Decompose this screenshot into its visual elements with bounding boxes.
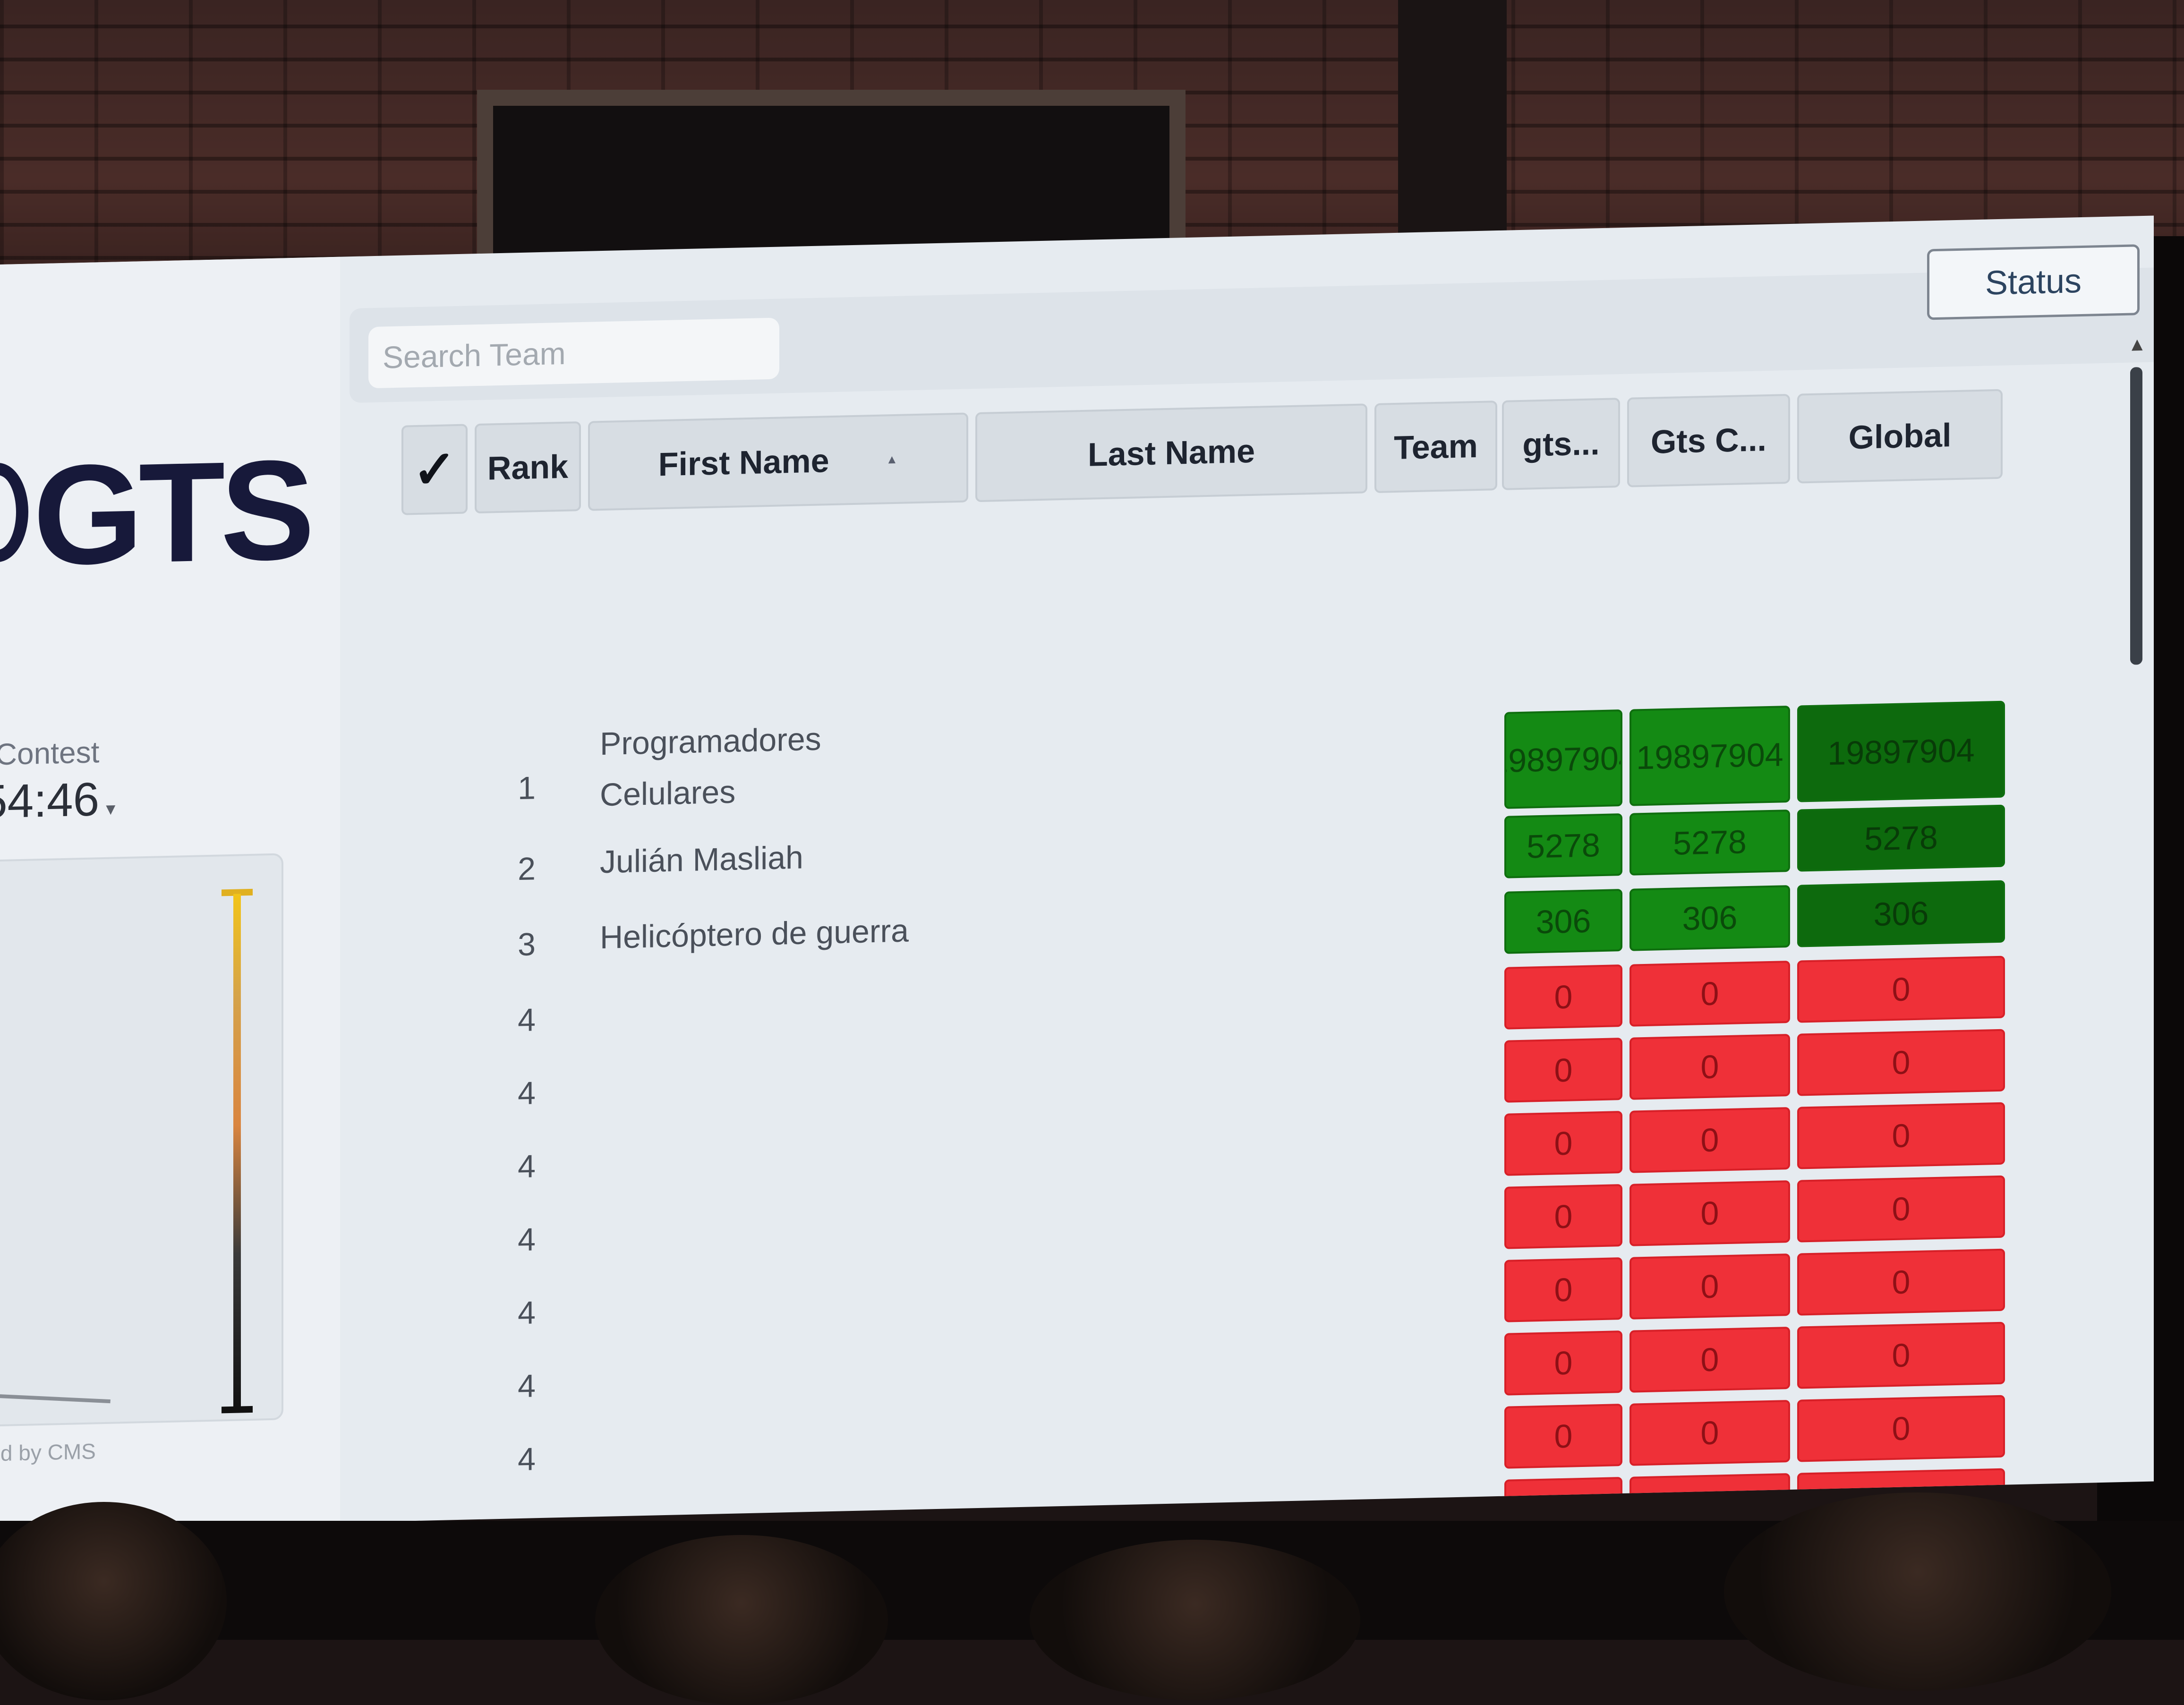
column-label-team: Team bbox=[1394, 427, 1478, 467]
rank-cell: 4 bbox=[518, 1441, 536, 1478]
powered-by-text: red by CMS bbox=[0, 1439, 96, 1466]
score-cell-task-1: 5278 bbox=[1504, 813, 1622, 878]
sidebar: GTS s Contest 54:46 ▾ red by CMS bbox=[0, 256, 340, 1530]
score-cell-global: 306 bbox=[1797, 880, 2005, 947]
score-cell-global: 0 bbox=[1797, 1175, 2005, 1243]
rank-cell: 4 bbox=[518, 1295, 536, 1331]
score-cell-task-2: 0 bbox=[1629, 1326, 1790, 1393]
scroll-up-arrow-icon[interactable]: ▲ bbox=[2128, 334, 2147, 356]
score-cell-task-2: 0 bbox=[1629, 1033, 1790, 1100]
score-cell-task-1: 0 bbox=[1504, 964, 1622, 1030]
score-cell-global: 0 bbox=[1797, 1248, 2005, 1316]
score-cell-task-2: 0 bbox=[1629, 1107, 1790, 1173]
first-name-cell: Helicóptero de guerra bbox=[600, 912, 909, 956]
score-cell-global: 5278 bbox=[1797, 804, 2005, 872]
scoreboard-screen: GTS s Contest 54:46 ▾ red by CMS Status ✓… bbox=[0, 215, 2154, 1531]
score-cell-task-1: 0 bbox=[1504, 1184, 1622, 1249]
score-cell-task-2: 19897904 bbox=[1629, 705, 1790, 806]
score-cell-global: 19897904 bbox=[1797, 700, 2005, 802]
rank-cell: 4 bbox=[518, 1221, 536, 1258]
score-cell-global: 0 bbox=[1797, 1395, 2005, 1462]
select-all-checkbox[interactable]: ✓ bbox=[401, 424, 468, 515]
check-icon: ✓ bbox=[412, 440, 457, 500]
column-label-first-name: First Name bbox=[658, 442, 829, 483]
rank-cell: 2 bbox=[518, 851, 536, 887]
sort-indicator-icon: ▲ bbox=[886, 452, 898, 466]
rank-cell: 4 bbox=[518, 1148, 536, 1185]
score-cell-task-1: 0 bbox=[1504, 1038, 1622, 1103]
status-button[interactable]: Status bbox=[1927, 244, 2140, 320]
contest-timer[interactable]: 54:46 ▾ bbox=[0, 772, 115, 829]
column-header-rank[interactable]: Rank bbox=[475, 421, 581, 514]
dropdown-caret-icon: ▾ bbox=[106, 798, 116, 819]
column-header-task2[interactable]: Gts C... bbox=[1627, 393, 1790, 487]
rank-cell: 3 bbox=[518, 926, 536, 963]
rank-cell: 1 bbox=[518, 770, 536, 807]
column-label-task1: gts... bbox=[1522, 425, 1600, 463]
audience-head bbox=[1030, 1540, 1360, 1700]
search-team-input[interactable] bbox=[368, 317, 779, 389]
score-cell-global: 0 bbox=[1797, 955, 2005, 1023]
score-cell-global: 0 bbox=[1797, 1029, 2005, 1096]
contest-label: s Contest bbox=[0, 735, 100, 772]
graph-score-bar bbox=[233, 894, 241, 1409]
rank-cell: 4 bbox=[518, 1075, 536, 1112]
scrollbar-thumb[interactable] bbox=[2130, 367, 2142, 665]
logo-mark-icon bbox=[0, 462, 28, 563]
column-header-task1[interactable]: gts... bbox=[1502, 398, 1620, 490]
timer-value: 54:46 bbox=[0, 773, 100, 828]
column-label-task2: Gts C... bbox=[1650, 421, 1767, 460]
audience-head bbox=[1724, 1492, 2111, 1691]
column-label-global: Global bbox=[1848, 417, 1952, 456]
score-cell-task-2: 0 bbox=[1629, 1253, 1790, 1320]
column-header-first-name[interactable]: First Name ▲ bbox=[588, 412, 968, 511]
score-cell-task-1: 0 bbox=[1504, 1330, 1622, 1396]
score-cell-task-1: 0 bbox=[1504, 1404, 1622, 1469]
column-header-team[interactable]: Team bbox=[1374, 401, 1497, 493]
column-label-rank: Rank bbox=[487, 448, 569, 487]
score-cell-task-2: 0 bbox=[1629, 1180, 1790, 1246]
score-cell-task-1: 0 bbox=[1504, 1257, 1622, 1322]
score-cell-global: 0 bbox=[1797, 1321, 2005, 1389]
score-cell-task-2: 0 bbox=[1629, 960, 1790, 1027]
score-cell-global: 0 bbox=[1797, 1102, 2005, 1169]
graph-baseline bbox=[0, 1393, 111, 1404]
column-header-last-name[interactable]: Last Name bbox=[975, 403, 1367, 503]
column-label-last-name: Last Name bbox=[1087, 432, 1255, 473]
gts-logo: GTS bbox=[33, 430, 310, 595]
first-name-cell: Programadores Celulares bbox=[600, 721, 821, 813]
audience-head bbox=[595, 1535, 888, 1705]
column-header-global[interactable]: Global bbox=[1797, 389, 2003, 484]
score-cell-task-1: 0 bbox=[1504, 1111, 1622, 1176]
first-name-cell: Julián Masliah bbox=[600, 839, 803, 880]
score-graph-panel bbox=[0, 853, 283, 1427]
score-cell-task-1: 19897904 bbox=[1504, 709, 1622, 809]
graph-bar-bottom-cap bbox=[222, 1406, 253, 1414]
score-cell-task-1: 306 bbox=[1504, 889, 1622, 954]
score-cell-task-2: 5278 bbox=[1629, 809, 1790, 876]
score-cell-task-2: 306 bbox=[1629, 885, 1790, 951]
rank-cell: 4 bbox=[518, 1002, 536, 1039]
score-cell-task-2: 0 bbox=[1629, 1399, 1790, 1466]
rank-cell: 4 bbox=[518, 1368, 536, 1405]
